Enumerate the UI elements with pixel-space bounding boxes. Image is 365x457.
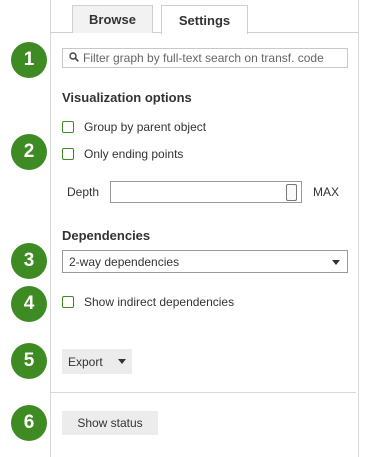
chevron-down-icon: [332, 260, 340, 265]
dependencies-heading: Dependencies: [62, 228, 151, 243]
step-badge-5: 5: [11, 343, 47, 379]
depth-slider-thumb[interactable]: [286, 184, 297, 201]
show-indirect-option[interactable]: Show indirect dependencies: [62, 295, 234, 309]
dependencies-select-value: 2-way dependencies: [69, 254, 180, 269]
tab-browse[interactable]: Browse: [72, 5, 153, 33]
depth-label: Depth: [67, 185, 100, 199]
step-badge-2: 2: [11, 134, 47, 170]
step-badge-3: 3: [11, 243, 47, 279]
show-indirect-checkbox[interactable]: [62, 296, 74, 308]
export-button[interactable]: Export: [62, 349, 132, 374]
show-indirect-label: Show indirect dependencies: [84, 295, 235, 309]
caret-down-icon: [118, 359, 126, 364]
section-divider: [50, 392, 356, 393]
search-field[interactable]: [62, 48, 348, 68]
group-by-parent-checkbox[interactable]: [62, 121, 74, 133]
group-by-parent-option[interactable]: Group by parent object: [62, 120, 206, 134]
tab-settings[interactable]: Settings: [161, 5, 248, 34]
depth-slider[interactable]: [110, 181, 302, 203]
search-icon: [69, 49, 79, 67]
dependencies-select[interactable]: 2-way dependencies: [62, 250, 348, 273]
right-border: [358, 0, 359, 457]
step-badge-6: 6: [11, 405, 47, 441]
step-badge-4: 4: [11, 286, 47, 322]
show-status-button[interactable]: Show status: [62, 411, 158, 435]
search-input[interactable]: [83, 51, 343, 65]
only-ending-points-option[interactable]: Only ending points: [62, 147, 183, 161]
only-ending-points-checkbox[interactable]: [62, 148, 74, 160]
visualization-heading: Visualization options: [62, 90, 192, 105]
depth-max-label: MAX: [313, 185, 340, 199]
only-ending-points-label: Only ending points: [84, 147, 184, 161]
export-label: Export: [68, 354, 103, 369]
left-border: [50, 0, 51, 457]
group-by-parent-label: Group by parent object: [84, 120, 207, 134]
step-badge-1: 1: [11, 42, 47, 78]
